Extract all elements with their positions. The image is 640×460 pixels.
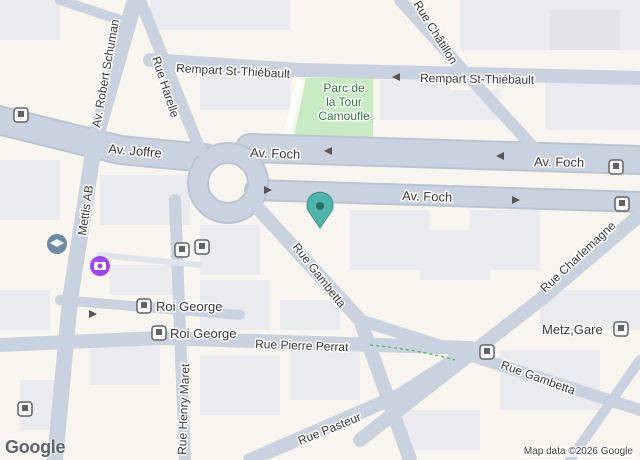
google-logo: Google <box>5 437 66 457</box>
tram-stop-icon[interactable] <box>194 239 210 255</box>
transit-label-roi-george-2: Roi George <box>170 326 236 341</box>
bus-stop-icon[interactable] <box>17 401 33 417</box>
label-foch-1: Av. Foch <box>250 145 301 162</box>
transit-label-metz-gare: Metz,Gare <box>542 322 603 337</box>
park-label-line-3: Camoufle <box>318 109 370 123</box>
transit-stop-metz-gare[interactable]: Metz,Gare <box>541 321 629 339</box>
park-label-line-1: Parc de <box>323 81 365 95</box>
bus-stop-icon[interactable] <box>614 196 630 212</box>
map-canvas[interactable]: Rempart St-Thiébault Rempart St-Thiébaul… <box>0 0 640 460</box>
bus-stop-icon[interactable] <box>608 159 624 175</box>
transit-stop-roi-george-1[interactable]: Roi George <box>136 298 224 316</box>
park-label-line-2: la Tour <box>326 95 362 109</box>
transit-stop-roi-george-2[interactable]: Roi George <box>151 325 238 343</box>
map-attribution[interactable]: Map data ©2026 Google <box>520 446 636 457</box>
bus-stop-icon[interactable] <box>174 242 190 258</box>
transit-stop-gambetta[interactable] <box>479 344 495 360</box>
camera-icon[interactable] <box>90 256 110 276</box>
transit-label-roi-george-1: Roi George <box>156 299 222 314</box>
label-foch-2: Av. Foch <box>534 154 584 170</box>
label-rempart-2: Rempart St-Thiébault <box>420 71 535 87</box>
bus-stop-icon[interactable] <box>13 107 29 123</box>
school-icon[interactable] <box>47 234 67 254</box>
label-foch-3: Av. Foch <box>402 188 453 205</box>
